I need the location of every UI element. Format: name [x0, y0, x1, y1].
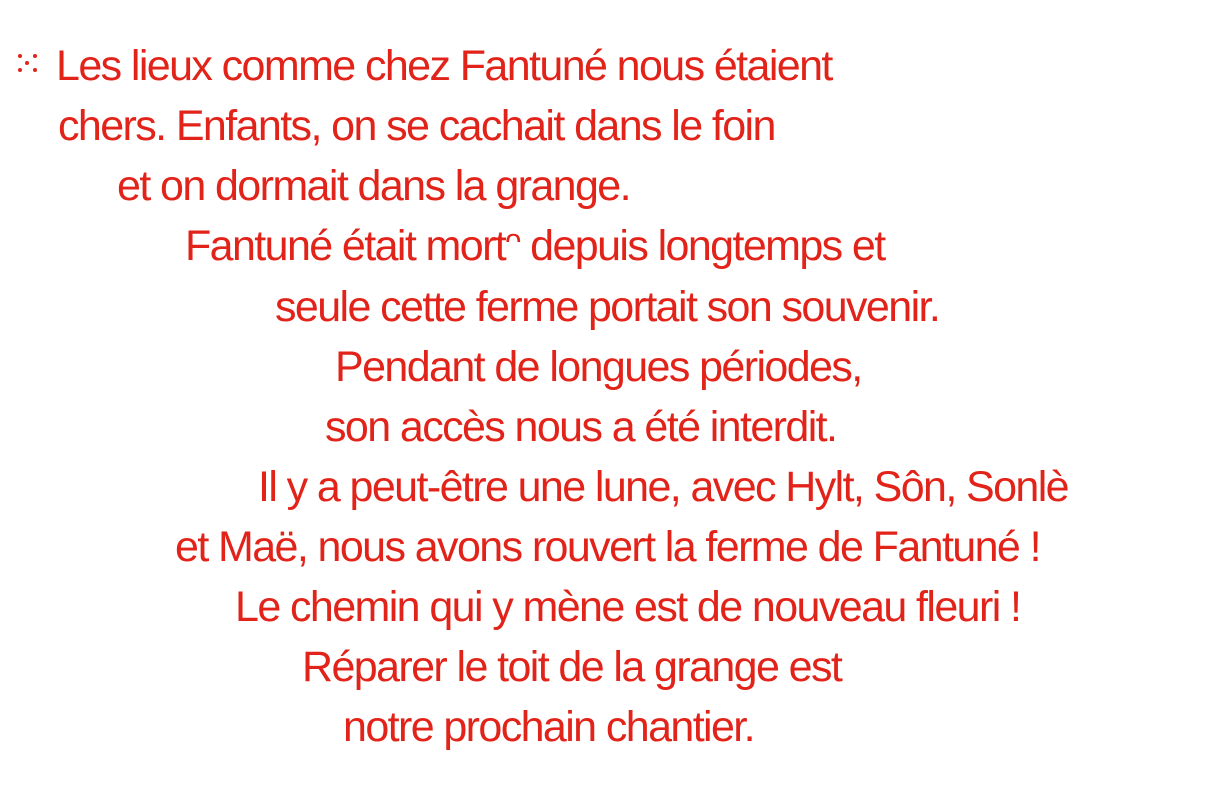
- poem-line-10: Le chemin qui y mène est de nouveau fleu…: [235, 583, 1022, 631]
- poem-line-6: Pendant de longues périodes,: [335, 343, 863, 391]
- poem-line-3: et on dormait dans la grange.: [117, 162, 632, 210]
- poem-line-11: Réparer le toit de la grange est: [302, 643, 843, 691]
- poem-line-2: chers. Enfants, on se cachait dans le fo…: [58, 102, 776, 150]
- poem-line-8: Il y a peut-être une lune, avec Hylt, Sô…: [258, 463, 1070, 511]
- poem-line-1: Les lieux comme chez Fantuné nous étaien…: [56, 42, 833, 90]
- poem-line-5: seule cette ferme portait son souvenir.: [275, 283, 941, 331]
- poem-line-7: son accès nous a été interdit.: [325, 403, 838, 451]
- poem-line-4: Fantuné était mortᵔ depuis longtemps et: [185, 222, 886, 270]
- five-dot-bullet-icon: [18, 52, 42, 76]
- poem-line-12: notre prochain chantier.: [343, 703, 756, 751]
- poem-line-9: et Maë, nous avons rouvert la ferme de F…: [175, 523, 1042, 571]
- poem-page: Les lieux comme chez Fantuné nous étaien…: [0, 0, 1225, 810]
